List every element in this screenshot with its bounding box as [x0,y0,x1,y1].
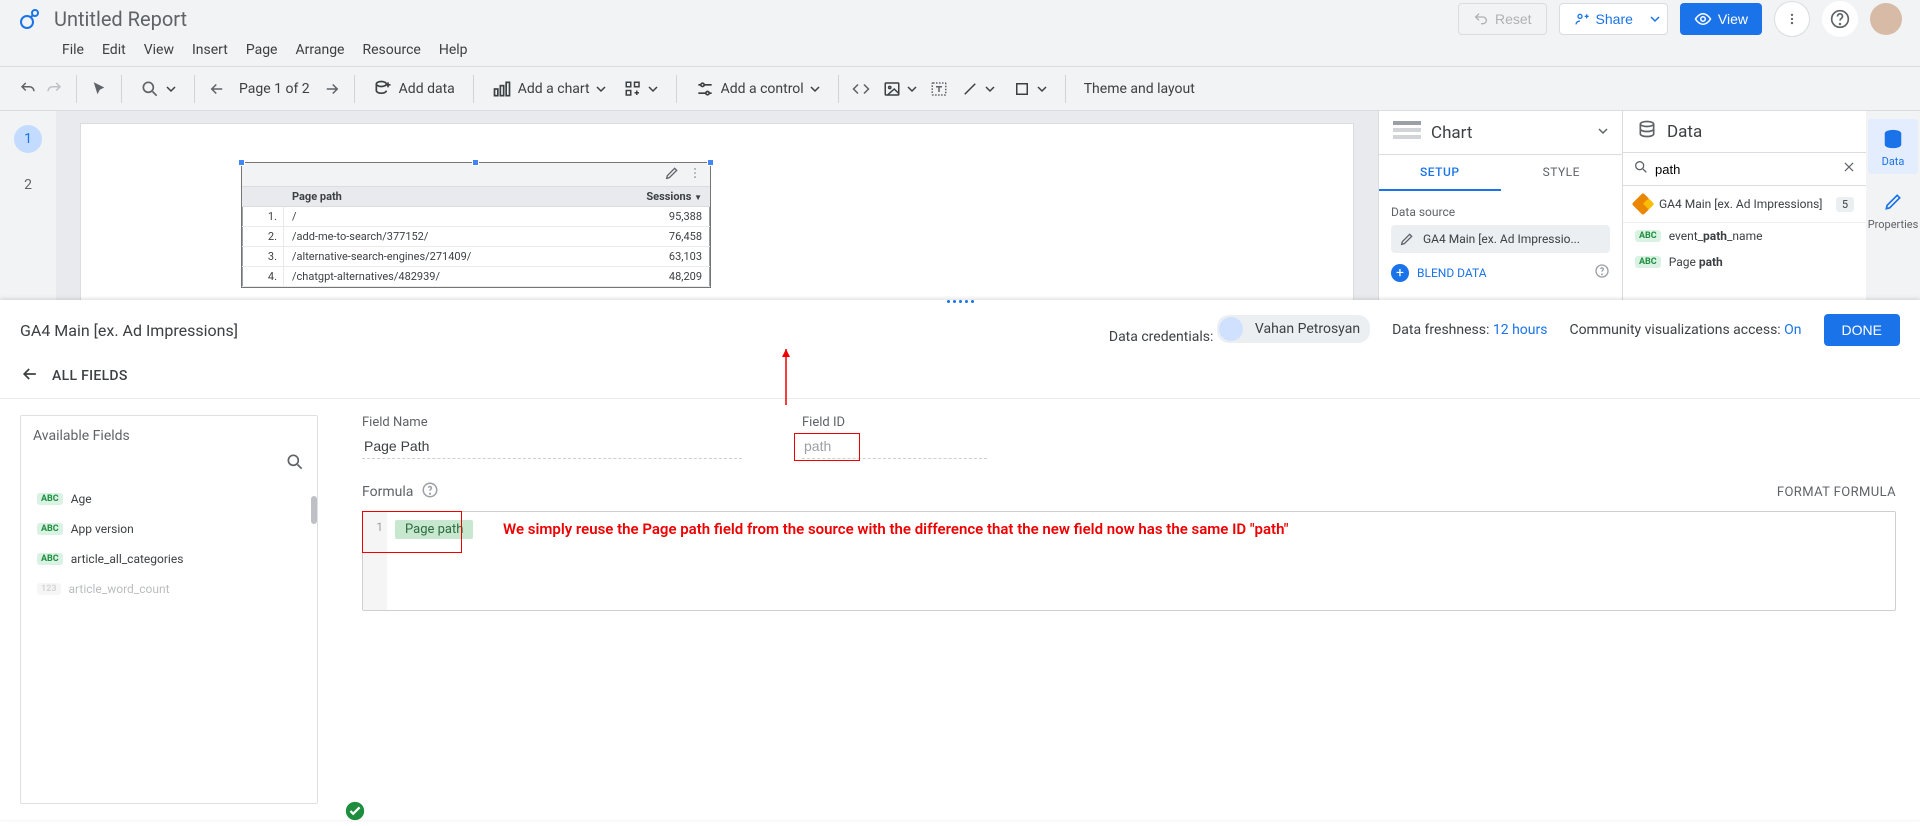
line-button[interactable] [955,76,1001,102]
more-options-button[interactable] [1774,1,1810,37]
blend-add-icon[interactable]: + [1391,264,1409,282]
data-source-chip[interactable]: GA4 Main [ex. Ad Impressio... [1391,225,1610,253]
next-page-button[interactable] [322,79,342,99]
menu-help[interactable]: Help [439,42,468,58]
blend-help-icon[interactable] [1594,263,1610,282]
available-field-age[interactable]: ABCAge [33,484,305,514]
zoom-dropdown[interactable] [134,75,182,103]
rail-data[interactable]: Data [1868,119,1918,174]
table-header-page-path[interactable]: Page path [284,187,620,206]
field-event-path-name[interactable]: ABCevent_path_name [1623,223,1866,249]
field-id-label: Field ID [802,415,987,430]
formula-editor[interactable]: 1 Page path We simply reuse the Page pat… [362,511,1896,611]
field-name-input[interactable] [362,434,742,459]
field-count-badge: 5 [1836,197,1854,212]
menu-view[interactable]: View [144,42,174,58]
theme-layout-button[interactable]: Theme and layout [1078,77,1201,101]
url-embed-button[interactable] [851,79,871,99]
report-title[interactable]: Untitled Report [54,7,187,31]
ga-icon [1635,196,1651,212]
formula-help-icon[interactable] [421,481,439,503]
select-tool[interactable] [89,79,109,99]
table-header-sessions[interactable]: Sessions ▼ [620,187,710,206]
menu-insert[interactable]: Insert [192,42,228,58]
looker-studio-logo [18,7,42,31]
available-fields-title: Available Fields [33,428,305,444]
menu-resource[interactable]: Resource [362,42,420,58]
data-source-row[interactable]: GA4 Main [ex. Ad Impressions] 5 [1623,186,1866,223]
chart-more-icon[interactable] [688,166,702,184]
formula-label: Formula [362,484,413,500]
user-avatar[interactable] [1870,3,1902,35]
menu-edit[interactable]: Edit [102,42,126,58]
done-button[interactable]: DONE [1824,314,1900,346]
share-button[interactable]: Share [1559,3,1648,35]
field-page-path[interactable]: ABCPage path [1623,249,1866,275]
panel-resize-handle[interactable] [0,300,1920,310]
page-thumb-1[interactable]: 1 [14,125,42,153]
prev-page-button[interactable] [207,79,227,99]
redo-button[interactable] [44,79,64,99]
help-button[interactable] [1822,1,1858,37]
available-field-article-categories[interactable]: ABCarticle_all_categories [33,544,305,574]
available-field-app-version[interactable]: ABCApp version [33,514,305,544]
chart-panel-title: Chart [1431,123,1472,143]
add-data-button[interactable]: Add data [367,75,461,103]
blend-data-link[interactable]: BLEND DATA [1417,266,1487,280]
menu-file[interactable]: File [62,42,84,58]
add-chart-button[interactable]: Add a chart [486,75,612,103]
formula-valid-icon [344,800,366,826]
back-arrow-icon[interactable] [20,364,40,388]
data-freshness-link[interactable]: 12 hours [1493,322,1548,338]
rail-properties[interactable]: Properties [1868,182,1918,237]
chart-type-icon[interactable] [1393,119,1421,146]
tab-setup[interactable]: SETUP [1379,155,1501,191]
community-vis-link[interactable]: On [1784,322,1801,338]
data-panel-icon [1637,119,1657,144]
formula-chip-page-path[interactable]: Page path [395,520,473,539]
data-source-label: Data source [1391,205,1610,219]
shape-button[interactable] [1007,76,1053,102]
clear-search-icon[interactable] [1842,160,1856,178]
search-icon [1633,159,1649,179]
share-dropdown[interactable] [1644,3,1668,35]
field-id-input[interactable] [802,434,987,459]
annotation-text: We simply reuse the Page path field from… [503,520,1885,538]
community-viz-button[interactable] [618,76,664,102]
image-button[interactable] [877,76,923,102]
editor-source-name: GA4 Main [ex. Ad Impressions] [20,321,238,340]
add-control-button[interactable]: Add a control [689,75,826,103]
reset-button[interactable]: Reset [1458,3,1547,35]
format-formula-button[interactable]: FORMAT FORMULA [1777,485,1896,500]
available-fields-search-icon[interactable] [285,452,305,476]
field-name-label: Field Name [362,415,742,430]
available-field-article-word-count[interactable]: 123article_word_count [33,574,305,604]
menu-page[interactable]: Page [246,42,278,58]
field-search-input[interactable] [1655,162,1836,177]
page-counter[interactable]: Page 1 of 2 [233,77,316,101]
menu-arrange[interactable]: Arrange [296,42,345,58]
text-button[interactable] [929,79,949,99]
tab-style[interactable]: STYLE [1501,155,1623,191]
table-chart[interactable]: Page path Sessions ▼ 1./95,388 2./add-me… [241,162,711,288]
view-button[interactable]: View [1680,3,1762,35]
all-fields-label: ALL FIELDS [52,368,128,384]
data-panel-title: Data [1667,122,1702,142]
page-thumb-2[interactable]: 2 [14,171,42,199]
chart-type-dropdown-icon[interactable] [1598,125,1608,140]
data-credentials-chip[interactable]: Vahan Petrosyan [1217,315,1370,343]
undo-button[interactable] [18,79,38,99]
edit-chart-icon[interactable] [664,165,680,185]
